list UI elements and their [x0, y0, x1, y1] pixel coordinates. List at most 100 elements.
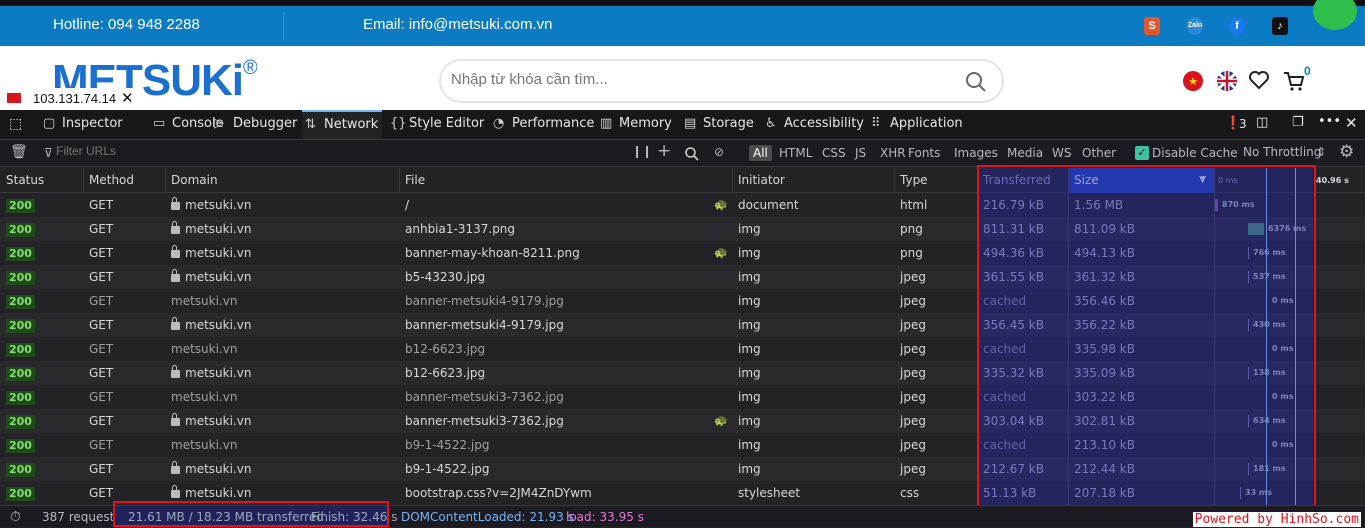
column-initiator[interactable]: Initiator	[732, 168, 895, 193]
add-icon[interactable]: +	[657, 141, 671, 161]
filter-media[interactable]: Media	[1007, 146, 1043, 160]
gear-icon[interactable]: ⚙	[1339, 142, 1354, 162]
application-icon: ⠿	[871, 116, 881, 131]
transferred-cell: 216.79 kB	[983, 198, 1044, 212]
stopwatch-icon[interactable]: ⏱	[10, 506, 21, 528]
table-row[interactable]: 200 GET metsuki.vn banner-metsuki4-9179.…	[0, 313, 1365, 337]
tiktok-icon[interactable]: ♪	[1272, 17, 1288, 35]
size-cell: 212.44 kB	[1074, 462, 1135, 476]
table-row[interactable]: 200 GET metsuki.vn bootstrap.css?v=2JM4Z…	[0, 481, 1365, 505]
table-row[interactable]: 200 GET metsuki.vn banner-metsuki4-9179.…	[0, 289, 1365, 313]
zalo-icon[interactable]: Zalo	[1187, 17, 1203, 35]
initiator-cell: img	[738, 462, 761, 476]
table-row[interactable]: 200 GET metsuki.vn / 🐢 document html 216…	[0, 193, 1365, 217]
tab-memory[interactable]: ▥ Memory	[597, 110, 672, 139]
status-cell: 200	[0, 337, 83, 361]
waterfall-bar	[1248, 247, 1249, 259]
storage-icon: ▤	[684, 116, 697, 131]
domain-cell: metsuki.vn	[171, 438, 238, 452]
tab-style-editor[interactable]: {} Style Editor	[387, 110, 484, 139]
wishlist-icon[interactable]	[1248, 70, 1270, 90]
element-picker-icon[interactable]: ⬚	[9, 116, 22, 132]
tab-inspector[interactable]: ▢ Inspector	[40, 110, 123, 139]
column-size[interactable]: Size ▼	[1068, 168, 1214, 193]
close-devtools-icon[interactable]: ✕	[1345, 114, 1358, 132]
method-cell: GET	[89, 390, 114, 404]
transferred-summary: 21.61 MB / 18.23 MB transferred	[128, 510, 324, 524]
uk-flag-icon[interactable]	[1216, 70, 1238, 92]
tracker-icon: 🐢	[714, 246, 728, 259]
disable-cache-checkbox[interactable]: ✓	[1135, 146, 1149, 160]
waterfall-time: 634 ms	[1253, 416, 1286, 425]
column-status[interactable]: Status	[0, 168, 84, 193]
dom-content-loaded: DOMContentLoaded: 21.93 s	[401, 510, 574, 524]
search-icon[interactable]	[965, 71, 987, 93]
tab-label: Accessibility	[784, 116, 864, 131]
pause-icon[interactable]: ❙❙	[632, 144, 652, 158]
table-row[interactable]: 200 GET metsuki.vn banner-metsuki3-7362.…	[0, 409, 1365, 433]
shopee-icon[interactable]: S	[1144, 17, 1160, 35]
tab-storage[interactable]: ▤ Storage	[681, 110, 754, 139]
more-icon[interactable]: •••	[1318, 114, 1341, 129]
column-file[interactable]: File	[399, 168, 733, 193]
tab-performance[interactable]: ◔ Performance	[490, 110, 594, 139]
column-transferred[interactable]: Transferred	[977, 168, 1069, 193]
column-type[interactable]: Type	[894, 168, 978, 193]
disable-cache-label[interactable]: Disable Cache	[1152, 146, 1238, 160]
performance-icon: ◔	[493, 116, 505, 131]
table-row[interactable]: 200 GET metsuki.vn banner-metsuki3-7362.…	[0, 385, 1365, 409]
cart-icon[interactable]	[1283, 70, 1305, 92]
table-row[interactable]: 200 GET metsuki.vn b12-6623.jpg img jpeg…	[0, 337, 1365, 361]
table-row[interactable]: 200 GET metsuki.vn b12-6623.jpg img jpeg…	[0, 361, 1365, 385]
split-console-icon[interactable]: ◫	[1256, 115, 1268, 130]
filter-js[interactable]: JS	[855, 146, 866, 160]
dock-icon[interactable]: ❐	[1292, 115, 1304, 130]
table-row[interactable]: 200 GET metsuki.vn b9-1-4522.jpg img jpe…	[0, 433, 1365, 457]
domain-cell: metsuki.vn	[165, 361, 399, 385]
initiator-cell: img	[738, 246, 761, 260]
divider	[1068, 168, 1069, 505]
tab-network[interactable]: ⇅ Network	[302, 110, 382, 139]
type-cell: css	[900, 486, 920, 500]
tab-application[interactable]: ⠿ Application	[868, 110, 963, 139]
filter-xhr[interactable]: XHR	[880, 146, 906, 160]
column-domain[interactable]: Domain	[165, 168, 400, 193]
throttling-select[interactable]: No Throttling	[1243, 145, 1321, 159]
filter-ws[interactable]: WS	[1052, 146, 1071, 160]
filter-other[interactable]: Other	[1082, 146, 1116, 160]
close-icon[interactable]: ✕	[121, 88, 134, 109]
status-badge: 200	[6, 271, 35, 285]
accessibility-icon: ♿	[765, 116, 777, 131]
lock-icon	[171, 485, 180, 498]
error-count[interactable]: 3	[1239, 117, 1247, 131]
filter-all[interactable]: All	[749, 145, 772, 161]
hotline[interactable]: Hotline: 094 948 2288	[53, 16, 200, 33]
table-row[interactable]: 200 GET metsuki.vn anhbia1-3137.png img …	[0, 217, 1365, 241]
file-cell: b12-6623.jpg	[405, 342, 486, 356]
filter-images[interactable]: Images	[954, 146, 998, 160]
method-cell: GET	[89, 246, 114, 260]
facebook-icon[interactable]: f	[1229, 17, 1245, 35]
tab-label: Performance	[512, 116, 595, 131]
filter-urls-input[interactable]	[56, 144, 616, 158]
search-input[interactable]	[451, 71, 931, 88]
table-row[interactable]: 200 GET metsuki.vn b5-43230.jpg img jpeg…	[0, 265, 1365, 289]
finish-time: Finish: 32.46 s	[311, 510, 398, 524]
search-icon[interactable]	[685, 147, 699, 161]
tab-label: Network	[324, 117, 379, 132]
block-icon[interactable]: ⊘	[714, 145, 724, 159]
trash-icon[interactable]: 🗑	[10, 144, 28, 160]
table-row[interactable]: 200 GET metsuki.vn b9-1-4522.jpg img jpe…	[0, 457, 1365, 481]
email[interactable]: Email: info@metsuki.com.vn	[363, 16, 552, 33]
ip-address: 103.131.74.14	[33, 91, 117, 106]
vietnam-flag-icon[interactable]: ★	[1182, 70, 1204, 92]
table-row[interactable]: 200 GET metsuki.vn banner-may-khoan-8211…	[0, 241, 1365, 265]
filter-html[interactable]: HTML	[779, 146, 812, 160]
tab-accessibility[interactable]: ♿ Accessibility	[762, 110, 864, 139]
tab-debugger[interactable]: ▷ Debugger	[211, 110, 297, 139]
scroll-button[interactable]	[1313, 0, 1357, 30]
status-cell: 200	[0, 409, 83, 433]
filter-fonts[interactable]: Fonts	[908, 146, 940, 160]
filter-css[interactable]: CSS	[822, 146, 846, 160]
column-method[interactable]: Method	[83, 168, 166, 193]
